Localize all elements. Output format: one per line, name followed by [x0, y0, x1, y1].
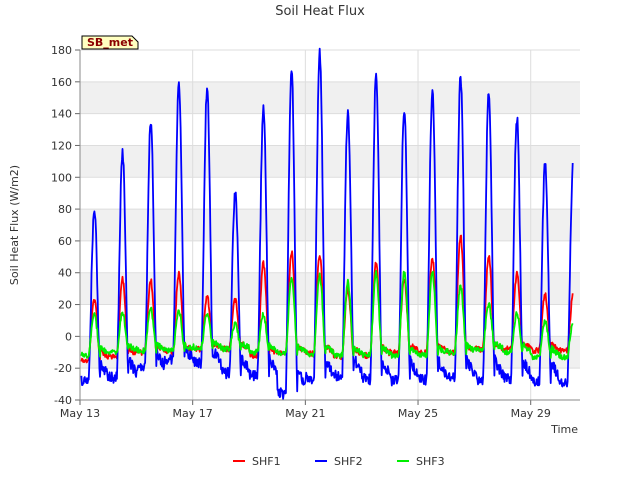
- x-tick-label: May 29: [511, 407, 551, 420]
- legend-label-shf1: SHF1: [252, 455, 281, 468]
- y-tick-label: 60: [58, 235, 72, 248]
- y-tick-label: -40: [54, 394, 72, 407]
- y-axis-label: Soil Heat Flux (W/m2): [8, 165, 21, 285]
- y-tick-label: 160: [51, 76, 72, 89]
- y-tick-label: 140: [51, 108, 72, 121]
- y-tick-label: 0: [65, 330, 72, 343]
- y-tick-label: -20: [54, 362, 72, 375]
- x-tick-label: May 25: [398, 407, 438, 420]
- background-band: [80, 81, 580, 114]
- y-tick-label: 40: [58, 267, 72, 280]
- x-axis-label: Time: [550, 423, 578, 436]
- x-tick-label: May 21: [285, 407, 325, 420]
- y-tick-label: 20: [58, 299, 72, 312]
- background-band: [80, 209, 580, 241]
- x-tick-label: May 13: [60, 407, 100, 420]
- y-tick-label: 100: [51, 171, 72, 184]
- y-tick-label: 180: [51, 44, 72, 57]
- x-tick-label: May 17: [173, 407, 213, 420]
- background-band: [80, 145, 580, 178]
- site-badge: SB_met: [81, 35, 139, 50]
- site-badge-text: SB_met: [87, 36, 133, 49]
- y-tick-label: 80: [58, 203, 72, 216]
- legend: SHF1 SHF2 SHF3: [233, 455, 445, 468]
- y-tick-label: 120: [51, 139, 72, 152]
- chart-title: Soil Heat Flux: [275, 4, 365, 19]
- legend-label-shf2: SHF2: [334, 455, 363, 468]
- soil-heat-flux-chart: Soil Heat Flux -40 -20 0 20 40 60 80 100 120 140 1…: [8, 4, 580, 468]
- legend-label-shf3: SHF3: [416, 455, 445, 468]
